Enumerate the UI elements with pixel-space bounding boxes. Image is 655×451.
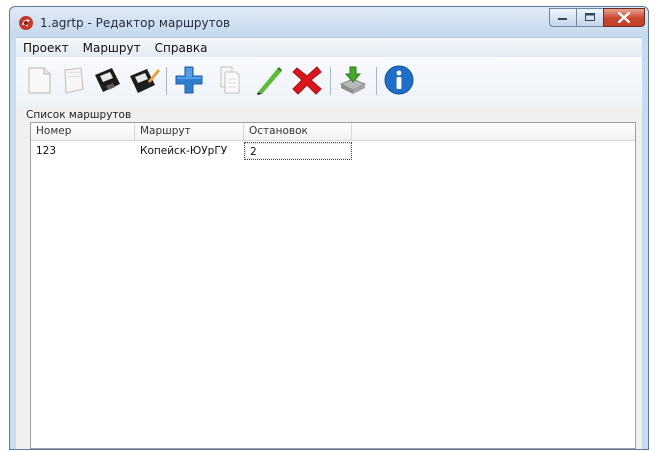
export-button[interactable] xyxy=(336,63,370,97)
table-row[interactable]: 123 Копейск-ЮУрГУ 2 xyxy=(31,142,635,160)
main-window: 1.agrtp - Редактор маршрутов Проект Марш… xyxy=(9,6,649,450)
toolbar-separator xyxy=(330,67,331,95)
cell-number[interactable]: 123 xyxy=(31,142,135,160)
title-bar[interactable]: 1.agrtp - Редактор маршрутов xyxy=(10,7,648,37)
info-icon xyxy=(384,65,414,95)
main-content: Список маршрутов Номер Маршрут Остановок… xyxy=(16,107,642,449)
routes-group-label: Список маршрутов xyxy=(26,109,132,121)
column-header-stops[interactable]: Остановок xyxy=(244,123,352,140)
edit-route-button[interactable] xyxy=(252,63,286,97)
menu-help[interactable]: Справка xyxy=(148,41,215,55)
add-route-button[interactable] xyxy=(172,63,206,97)
delete-cross-icon xyxy=(292,66,322,95)
minimize-icon xyxy=(558,17,567,20)
maximize-button[interactable] xyxy=(576,8,604,27)
menu-route[interactable]: Маршрут xyxy=(76,41,148,55)
toolbar-separator xyxy=(376,67,377,95)
window-title: 1.agrtp - Редактор маршрутов xyxy=(40,16,231,30)
edit-pencil-icon xyxy=(257,67,282,95)
save-button[interactable] xyxy=(90,63,124,97)
delete-route-button[interactable] xyxy=(290,63,324,97)
new-document-icon xyxy=(28,67,51,94)
save-floppy-icon xyxy=(95,68,120,92)
column-header-route[interactable]: Маршрут xyxy=(135,123,244,140)
toolbar xyxy=(16,57,642,107)
open-folder-icon xyxy=(64,67,84,94)
close-icon xyxy=(618,12,630,23)
column-header-number[interactable]: Номер xyxy=(31,123,135,140)
save-as-button[interactable] xyxy=(126,63,160,97)
menu-bar: Проект Маршрут Справка xyxy=(16,37,642,57)
open-project-button[interactable] xyxy=(56,63,90,97)
menu-project[interactable]: Проект xyxy=(16,41,76,55)
maximize-icon xyxy=(584,13,595,21)
export-download-icon xyxy=(339,66,367,94)
cell-stops[interactable]: 2 xyxy=(244,142,352,160)
app-logo-icon xyxy=(19,16,33,30)
copy-document-icon xyxy=(220,66,240,94)
toolbar-separator xyxy=(166,67,167,95)
close-button[interactable] xyxy=(603,8,645,27)
add-plus-icon xyxy=(175,66,203,94)
save-as-floppy-icon xyxy=(130,69,160,93)
minimize-button[interactable] xyxy=(549,8,577,27)
cell-route[interactable]: Копейск-ЮУрГУ xyxy=(135,142,244,160)
about-button[interactable] xyxy=(382,63,416,97)
copy-route-button[interactable] xyxy=(212,63,246,97)
routes-table[interactable]: Номер Маршрут Остановок 123 Копейск-ЮУрГ… xyxy=(30,122,636,449)
table-header: Номер Маршрут Остановок xyxy=(31,123,635,141)
new-project-button[interactable] xyxy=(22,63,56,97)
